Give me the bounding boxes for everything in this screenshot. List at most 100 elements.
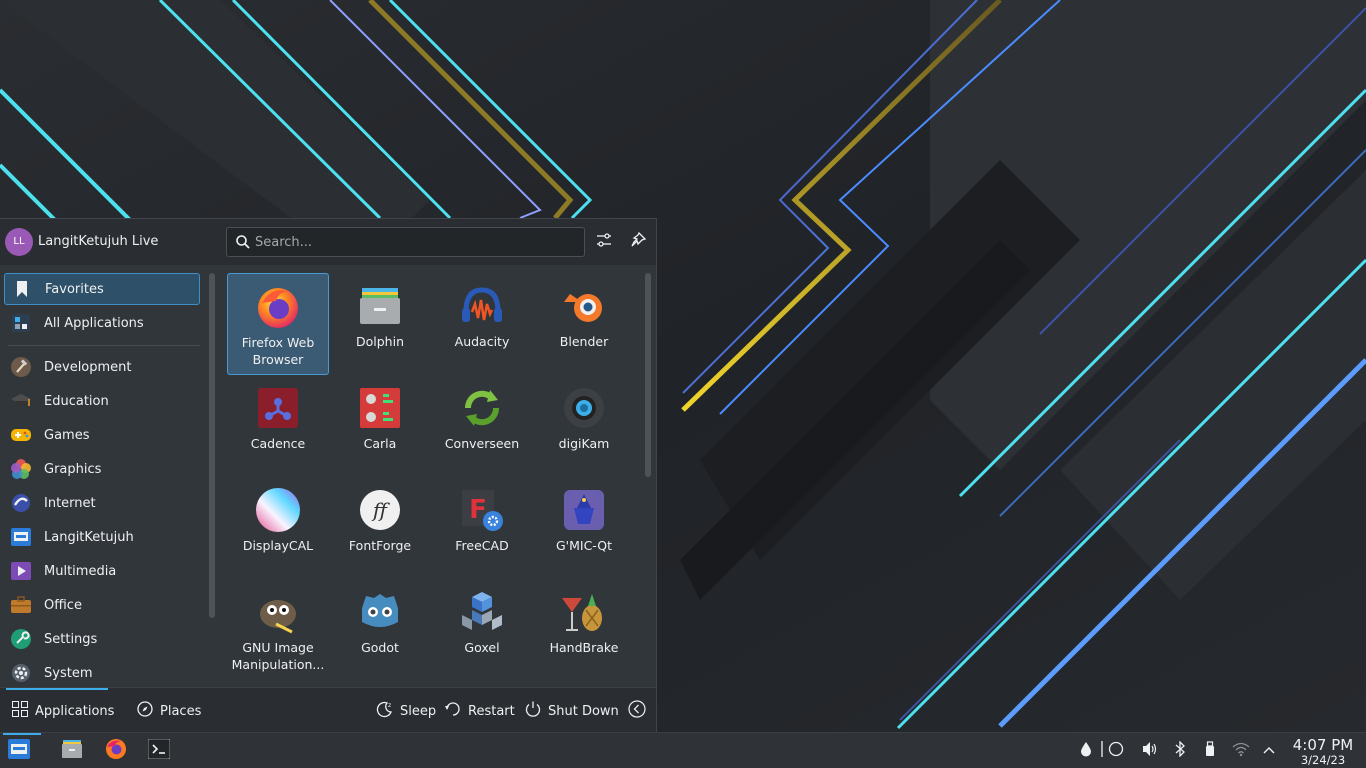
app-tile-gimp[interactable]: GNU Image Manipulation... bbox=[227, 579, 329, 681]
tab-places[interactable]: Places bbox=[137, 700, 201, 722]
pin-button[interactable] bbox=[626, 230, 650, 254]
app-label: G'MIC-Qt bbox=[555, 538, 613, 553]
grid-icon bbox=[12, 701, 28, 721]
app-label: Cadence bbox=[250, 436, 306, 451]
cadence-icon bbox=[254, 384, 302, 432]
app-tile-displaycal[interactable]: DisplayCAL bbox=[227, 477, 329, 579]
tab-label: Applications bbox=[35, 703, 115, 719]
tray-night-light[interactable] bbox=[1106, 741, 1126, 761]
launcher-button[interactable] bbox=[2, 735, 36, 767]
tab-applications[interactable]: Applications bbox=[12, 700, 114, 722]
shutdown-button[interactable]: Shut Down bbox=[524, 700, 619, 722]
briefcase-icon bbox=[11, 595, 31, 615]
search-input[interactable] bbox=[255, 231, 575, 253]
terminal-icon bbox=[147, 738, 171, 763]
restart-button[interactable]: Restart bbox=[444, 700, 515, 722]
tray-removable-device[interactable] bbox=[1200, 741, 1220, 761]
app-tile-handbrake[interactable]: HandBrake bbox=[533, 579, 635, 681]
app-tile-blender[interactable]: Blender bbox=[533, 273, 635, 375]
droplet-icon bbox=[1080, 741, 1092, 761]
tray-bluetooth[interactable] bbox=[1170, 740, 1190, 761]
category-development[interactable]: Development bbox=[4, 351, 200, 383]
compass-icon bbox=[137, 701, 153, 721]
taskbar-terminal[interactable] bbox=[142, 735, 176, 767]
category-games[interactable]: Games bbox=[4, 419, 200, 451]
sleep-button[interactable]: z Sleep bbox=[376, 700, 436, 722]
launcher-icon bbox=[8, 739, 30, 763]
divider-icon bbox=[1100, 741, 1104, 761]
clock-date[interactable]: 3/24/23 bbox=[1286, 753, 1360, 767]
firefox-icon bbox=[105, 738, 127, 764]
app-tile-gmic[interactable]: G'MIC-Qt bbox=[533, 477, 635, 579]
category-multimedia[interactable]: Multimedia bbox=[4, 555, 200, 587]
app-tile-cadence[interactable]: Cadence bbox=[227, 375, 329, 477]
app-tile-goxel[interactable]: Goxel bbox=[431, 579, 533, 681]
category-label: All Applications bbox=[44, 315, 144, 331]
launcher-footer: Applications Places z Sleep Restart Shut… bbox=[0, 687, 656, 733]
audacity-icon bbox=[458, 282, 506, 330]
color-petals-icon bbox=[11, 459, 31, 479]
search-field[interactable] bbox=[226, 227, 585, 257]
hammer-icon bbox=[11, 357, 31, 377]
category-system[interactable]: System bbox=[4, 657, 200, 687]
svg-text:z: z bbox=[388, 702, 391, 709]
taskbar: 4:07 PM 3/24/23 bbox=[0, 732, 1366, 768]
fontforge-icon: ff bbox=[356, 486, 404, 534]
category-education[interactable]: Education bbox=[4, 385, 200, 417]
app-tile-freecad[interactable]: F FreeCAD bbox=[431, 477, 533, 579]
tab-label: Places bbox=[160, 703, 202, 719]
langitketujuh-icon bbox=[11, 527, 31, 547]
category-label: LangitKetujuh bbox=[44, 529, 134, 545]
app-label: Goxel bbox=[464, 640, 500, 655]
app-grid-scrollbar[interactable] bbox=[645, 273, 651, 477]
tray-volume[interactable] bbox=[1140, 741, 1160, 761]
app-tile-firefox[interactable]: Firefox Web Browser bbox=[227, 273, 329, 375]
app-label: Godot bbox=[361, 640, 399, 655]
app-label: Firefox Web Browser bbox=[241, 335, 315, 367]
chevron-left-icon bbox=[628, 700, 646, 722]
tray-show-hidden[interactable] bbox=[1259, 741, 1279, 761]
tray-network[interactable] bbox=[1230, 741, 1252, 761]
category-graphics[interactable]: Graphics bbox=[4, 453, 200, 485]
multimedia-icon bbox=[11, 561, 31, 581]
category-internet[interactable]: Internet bbox=[4, 487, 200, 519]
converseen-icon bbox=[458, 384, 506, 432]
app-grid: Firefox Web Browser Dolphin Audacity Ble… bbox=[222, 269, 642, 689]
circle-icon bbox=[1108, 741, 1124, 761]
app-tile-carla[interactable]: Carla bbox=[329, 375, 431, 477]
godot-icon bbox=[356, 588, 404, 636]
app-label: HandBrake bbox=[549, 640, 619, 655]
launcher-header: LL LangitKetujuh Live bbox=[0, 219, 656, 265]
digikam-icon bbox=[560, 384, 608, 432]
dolphin-icon bbox=[356, 282, 404, 330]
configure-button[interactable] bbox=[592, 230, 616, 254]
app-tile-dolphin[interactable]: Dolphin bbox=[329, 273, 431, 375]
application-launcher: LL LangitKetujuh Live Favorites All A bbox=[0, 218, 657, 733]
system-gear-icon bbox=[11, 663, 31, 683]
category-all-applications[interactable]: All Applications bbox=[4, 307, 200, 339]
app-label: Audacity bbox=[454, 334, 510, 349]
category-langitketujuh[interactable]: LangitKetujuh bbox=[4, 521, 200, 553]
category-settings[interactable]: Settings bbox=[4, 623, 200, 655]
app-tile-digikam[interactable]: digiKam bbox=[533, 375, 635, 477]
category-favorites[interactable]: Favorites bbox=[4, 273, 200, 305]
graduation-cap-icon bbox=[11, 391, 31, 411]
category-scrollbar[interactable] bbox=[209, 273, 215, 618]
app-tile-audacity[interactable]: Audacity bbox=[431, 273, 533, 375]
freecad-icon: F bbox=[458, 486, 506, 534]
taskbar-file-manager[interactable] bbox=[55, 735, 89, 767]
handbrake-icon bbox=[560, 588, 608, 636]
category-label: Multimedia bbox=[44, 563, 117, 579]
app-tile-fontforge[interactable]: ff FontForge bbox=[329, 477, 431, 579]
app-tile-godot[interactable]: Godot bbox=[329, 579, 431, 681]
more-session-options-button[interactable] bbox=[628, 700, 646, 722]
user-avatar[interactable]: LL bbox=[5, 228, 33, 256]
category-office[interactable]: Office bbox=[4, 589, 200, 621]
bluetooth-icon bbox=[1174, 740, 1186, 761]
all-apps-icon bbox=[11, 313, 31, 333]
gamepad-icon bbox=[11, 425, 31, 445]
app-tile-converseen[interactable]: Converseen bbox=[431, 375, 533, 477]
clock-time[interactable]: 4:07 PM bbox=[1286, 736, 1360, 754]
restart-icon bbox=[444, 700, 462, 722]
taskbar-firefox[interactable] bbox=[99, 735, 133, 767]
